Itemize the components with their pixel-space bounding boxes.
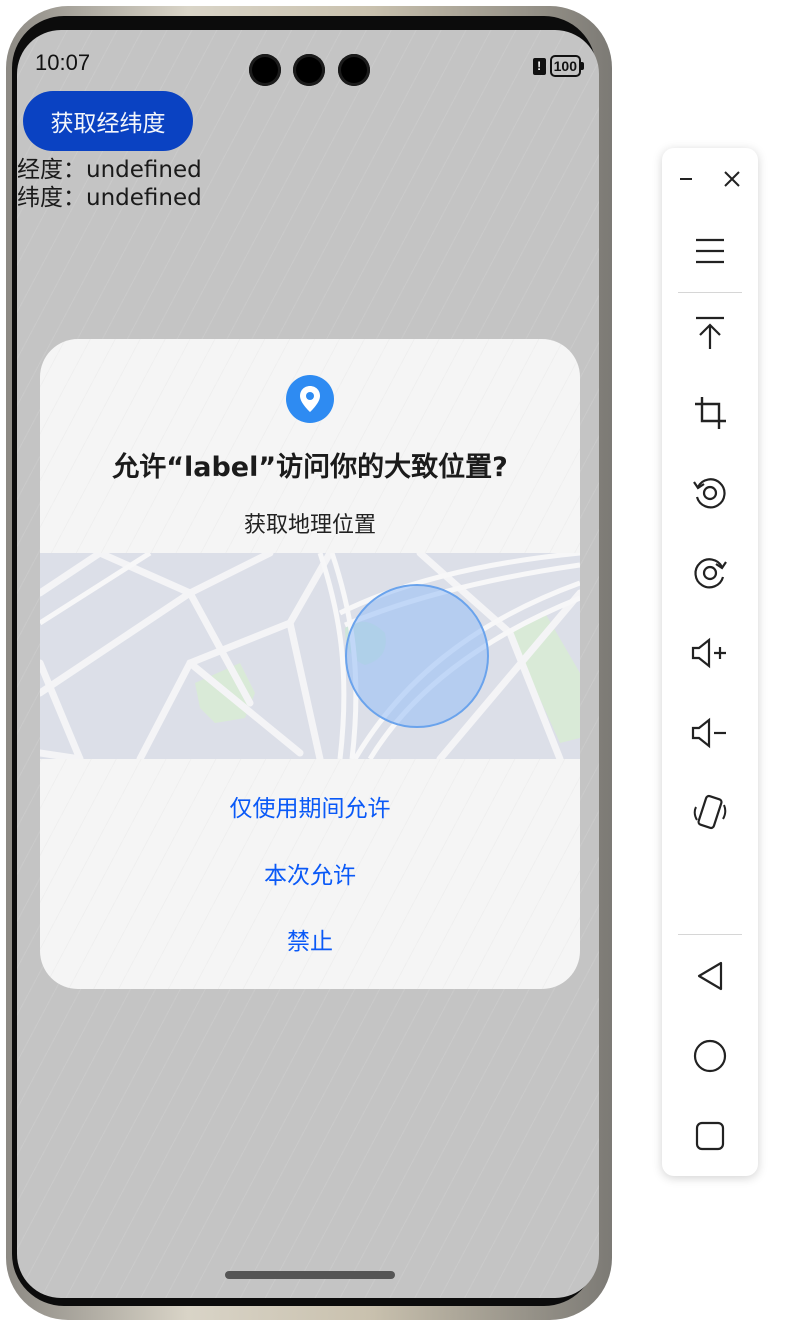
latitude-value: undefined: [86, 185, 202, 211]
rotate-right-icon[interactable]: [680, 545, 740, 601]
latitude-label: 纬度：: [17, 185, 86, 211]
battery-icon: 100: [549, 55, 585, 77]
status-time: 10:07: [35, 50, 91, 75]
get-coordinates-button[interactable]: 获取经纬度: [23, 91, 193, 151]
dialog-subtitle: 获取地理位置: [243, 513, 376, 538]
battery-level: 100: [553, 58, 577, 74]
allow-once-button[interactable]: 本次允许: [40, 856, 580, 890]
back-icon[interactable]: [680, 948, 740, 1004]
phone-screen: 10:07 ! 100 获取经纬度 经度：undefined 纬度：undefi…: [17, 30, 599, 1298]
camera-lens-icon: [249, 54, 281, 86]
volume-up-icon[interactable]: [680, 625, 740, 681]
volume-down-icon[interactable]: [680, 705, 740, 761]
status-indicators: ! 100: [532, 55, 585, 77]
map-preview: [40, 549, 580, 763]
pin-to-top-icon[interactable]: [680, 305, 740, 361]
toolbar-divider: [678, 292, 742, 293]
toolbar-divider: [678, 934, 742, 935]
latitude-row: 纬度：undefined: [17, 178, 202, 212]
camera-lens-icon: [338, 54, 370, 86]
shake-icon[interactable]: [680, 785, 740, 841]
minimize-icon[interactable]: [662, 151, 710, 207]
deny-button[interactable]: 禁止: [40, 922, 580, 956]
close-icon[interactable]: [708, 151, 756, 207]
location-pin-icon: [286, 375, 334, 423]
warning-icon: !: [532, 57, 546, 75]
menu-icon[interactable]: [680, 223, 740, 279]
camera-lens-icon: [293, 54, 325, 86]
allow-while-using-button[interactable]: 仅使用期间允许: [40, 789, 580, 823]
emulator-toolbar: [662, 148, 758, 1176]
location-permission-dialog: 允许“label”访问你的大致位置? 获取地理位置 仅使用期间允许 本次允许 禁…: [40, 339, 580, 989]
dialog-title: 允许“label”访问你的大致位置?: [112, 452, 508, 483]
screenshot-crop-icon[interactable]: [680, 385, 740, 441]
rotate-left-icon[interactable]: [680, 465, 740, 521]
home-indicator[interactable]: [225, 1271, 395, 1279]
recents-icon[interactable]: [680, 1108, 740, 1164]
home-icon[interactable]: [680, 1028, 740, 1084]
